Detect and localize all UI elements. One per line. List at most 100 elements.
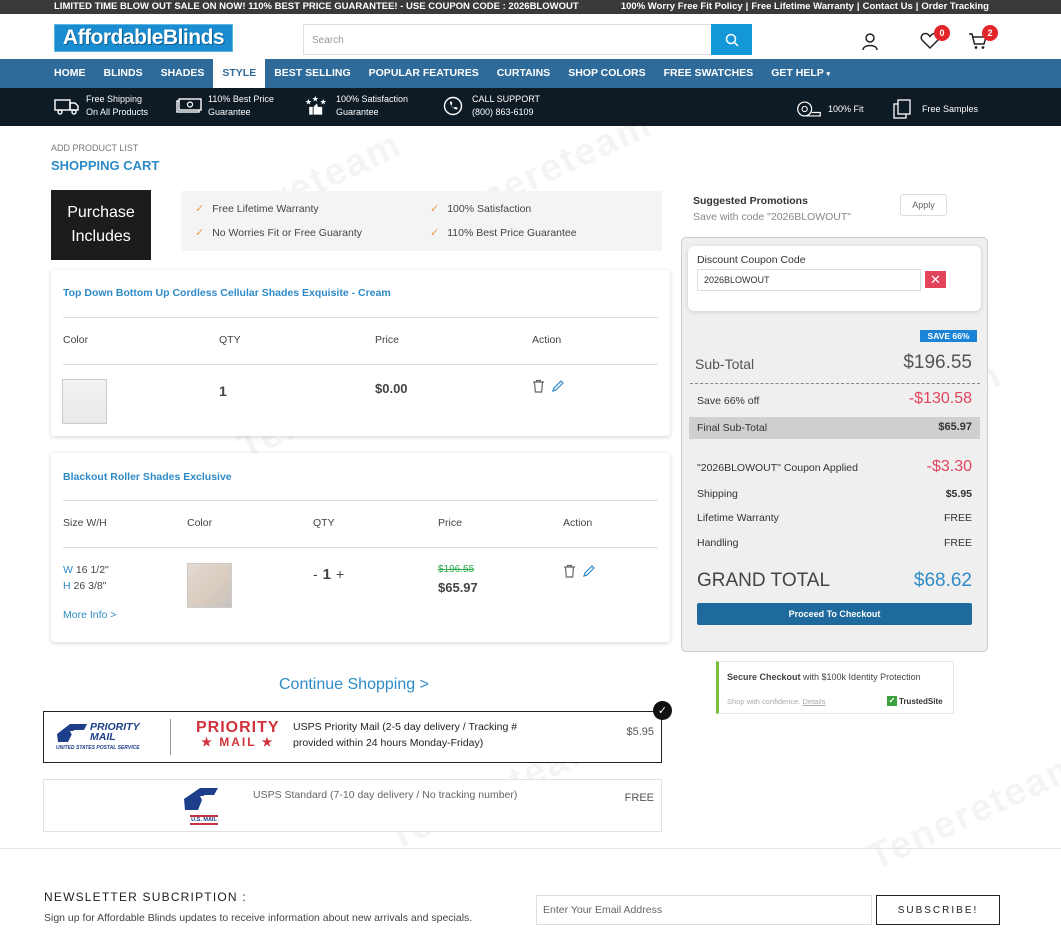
site-logo[interactable]: AffordableBlinds [54, 24, 233, 52]
col-header-action: Action [563, 517, 593, 529]
trustedsite-text: TrustedSite [899, 696, 943, 706]
nav-style[interactable]: STYLE [213, 59, 266, 88]
qty-minus-button[interactable]: - [313, 566, 318, 582]
product-name-link[interactable]: Top Down Bottom Up Cordless Cellular Sha… [63, 287, 391, 299]
col-header-action: Action [532, 334, 562, 346]
apply-button[interactable]: Apply [900, 194, 947, 216]
final-subtotal-label: Final Sub-Total [697, 422, 768, 434]
check-icon: ✓ [195, 227, 205, 239]
more-info-link[interactable]: More Info > [63, 609, 116, 621]
include-label: 100% Satisfaction [447, 202, 532, 215]
priority-logo-sub: UNITED STATES POSTAL SERVICE [56, 745, 140, 751]
col-header-color: Color [63, 334, 89, 346]
include-label: No Worries Fit or Free Guaranty [212, 226, 362, 239]
feature-call-support[interactable]: CALL SUPPORT (800) 863-6109 [440, 93, 540, 119]
feature-price-line2: Guarantee [208, 107, 251, 117]
secure-rest: with $100k Identity Protection [800, 672, 921, 682]
top-links: 100% Worry Free Fit Policy | Free Lifeti… [621, 1, 989, 12]
top-link-order-tracking[interactable]: Order Tracking [921, 1, 989, 12]
trash-icon[interactable] [563, 564, 576, 581]
priority-mail-wordmark: PRIORITY ★ MAIL ★ [196, 720, 280, 750]
save-badge: SAVE 66% [920, 330, 977, 342]
col-header-size: Size W/H [63, 517, 107, 529]
search-input[interactable]: Search [303, 24, 712, 55]
selected-check-icon: ✓ [653, 701, 672, 720]
warranty-value: FREE [943, 512, 972, 524]
remove-coupon-button[interactable]: ✕ [925, 271, 946, 288]
priority-logo-line2: MAIL [90, 731, 116, 743]
newsletter-title: NEWSLETTER SUBCRIPTION : [44, 890, 247, 904]
includes-list: ✓ Free Lifetime Warranty ✓ 100% Satisfacti… [181, 191, 662, 251]
product-swatch [62, 379, 107, 424]
shipping-value: $5.95 [945, 488, 972, 500]
features-bar: Free Shipping On All Products 110% Best P… [0, 88, 1061, 126]
top-link-contact[interactable]: Contact Us [863, 1, 913, 12]
qty-value: 1 [219, 383, 227, 399]
continue-shopping-link[interactable]: Continue Shopping > [279, 676, 429, 694]
feature-shipping-line1: Free Shipping [86, 94, 143, 104]
include-label: Free Lifetime Warranty [212, 202, 319, 215]
divider [63, 317, 658, 318]
old-price: $196.55 [438, 564, 475, 575]
account-icon[interactable] [859, 31, 881, 51]
nav-free-swatches[interactable]: FREE SWATCHES [655, 59, 763, 88]
priority-wordmark-line1: PRIORITY [196, 719, 280, 736]
nav-popular-features[interactable]: POPULAR FEATURES [360, 59, 488, 88]
include-item: ✓ 100% Satisfaction [430, 202, 532, 216]
subscribe-button[interactable]: SUBSCRIBE! [876, 895, 1000, 925]
feature-free-samples[interactable]: Free Samples [890, 97, 978, 121]
cart-item: Blackout Roller Shades Exclusive Size W/… [51, 453, 670, 642]
phone-icon [440, 94, 466, 118]
cart-icon[interactable]: 2 [967, 25, 998, 51]
edit-icon[interactable] [582, 564, 595, 581]
qty-plus-button[interactable]: + [336, 566, 344, 582]
col-header-qty: QTY [219, 334, 241, 346]
priority-wordmark-line2: ★ MAIL ★ [201, 735, 275, 749]
feature-fit-label: 100% Fit [828, 103, 864, 114]
product-swatch [187, 563, 232, 608]
nav-best-selling[interactable]: BEST SELLING [265, 59, 359, 88]
eagle-icon [57, 724, 87, 742]
check-icon: ✓ [195, 203, 205, 215]
feature-support-line1: CALL SUPPORT [472, 94, 541, 104]
nav-home[interactable]: HOME [45, 59, 95, 88]
us-mail-logo-text: U.S. MAIL [190, 815, 218, 825]
coupon-applied-value: -$3.30 [926, 458, 972, 475]
shipping-option-standard[interactable]: U.S. MAIL USPS Standard (7-10 day delive… [43, 779, 662, 832]
nav-get-help-label: GET HELP [771, 67, 824, 79]
feature-satisfaction-line2: Guarantee [336, 107, 379, 117]
feature-support-phone[interactable]: (800) 863-6109 [472, 106, 540, 119]
price-value: $0.00 [375, 381, 408, 396]
search-button[interactable] [711, 24, 752, 55]
nav-shades[interactable]: SHADES [152, 59, 214, 88]
feature-fit: 100% Fit [796, 97, 864, 121]
secure-text: Secure Checkout with $100k Identity Prot… [727, 672, 921, 682]
final-subtotal-value: $65.97 [938, 421, 972, 433]
purchase-line2: Includes [71, 228, 131, 245]
thumbs-up-stars-icon: ★ ★ ★ [304, 94, 330, 118]
nav-shop-colors[interactable]: SHOP COLORS [559, 59, 654, 88]
wishlist-count-badge: 0 [934, 25, 950, 41]
promo-text: LIMITED TIME BLOW OUT SALE ON NOW! 110% … [54, 1, 579, 12]
feature-shipping-line2: On All Products [86, 107, 149, 117]
top-link-warranty[interactable]: Free Lifetime Warranty [751, 1, 854, 12]
wishlist-icon[interactable]: 0 [919, 25, 950, 51]
warranty-label: Lifetime Warranty [697, 512, 779, 524]
coupon-input[interactable]: 2026BLOWOUT [697, 269, 921, 291]
breadcrumb[interactable]: ADD PRODUCT LIST [51, 143, 138, 153]
nav-blinds[interactable]: BLINDS [95, 59, 152, 88]
feature-free-shipping: Free Shipping On All Products [54, 93, 148, 119]
shipping-option-priority[interactable]: PRIORITY MAIL UNITED STATES POSTAL SERVI… [43, 701, 672, 763]
edit-icon[interactable] [551, 379, 564, 396]
trash-icon[interactable] [532, 379, 545, 396]
newsletter-email-input[interactable]: Enter Your Email Address [536, 895, 872, 925]
product-name-link[interactable]: Blackout Roller Shades Exclusive [63, 471, 232, 483]
nav-get-help[interactable]: GET HELP ▾ [762, 59, 839, 88]
details-link[interactable]: Details [802, 697, 825, 706]
secure-small-text: Shop with confidence. [727, 697, 801, 706]
include-item: ✓ No Worries Fit or Free Guaranty [195, 226, 362, 240]
top-link-fit-policy[interactable]: 100% Worry Free Fit Policy [621, 1, 743, 12]
proceed-to-checkout-button[interactable]: Proceed To Checkout [697, 603, 972, 625]
nav-curtains[interactable]: CURTAINS [488, 59, 559, 88]
subtotal-value: $196.55 [903, 352, 972, 373]
